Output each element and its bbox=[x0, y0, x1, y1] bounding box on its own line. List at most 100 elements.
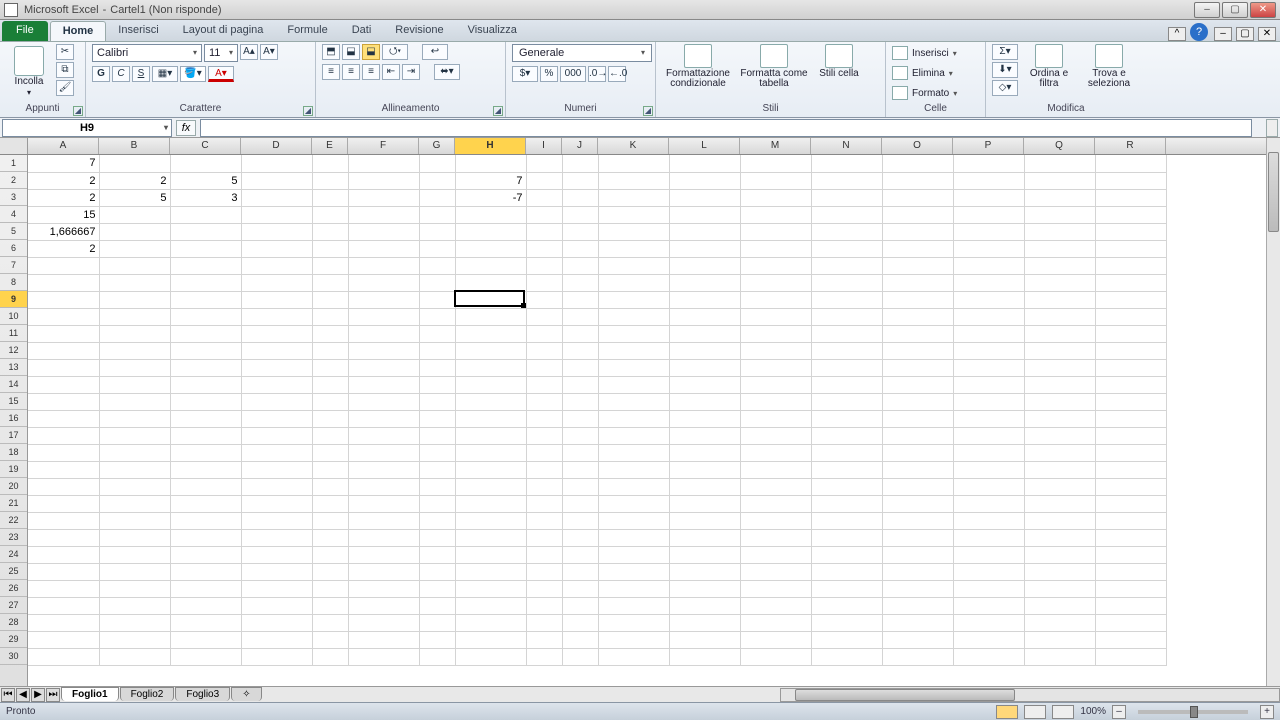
cell[interactable] bbox=[348, 172, 419, 189]
cell[interactable] bbox=[811, 223, 882, 240]
cell[interactable] bbox=[740, 461, 811, 478]
cell[interactable] bbox=[526, 631, 562, 648]
cell[interactable] bbox=[99, 495, 170, 512]
cell[interactable] bbox=[241, 648, 312, 665]
cell[interactable] bbox=[28, 529, 99, 546]
cell[interactable] bbox=[740, 444, 811, 461]
cell[interactable] bbox=[348, 648, 419, 665]
cell[interactable] bbox=[419, 206, 455, 223]
cell[interactable] bbox=[455, 546, 526, 563]
cell[interactable] bbox=[99, 478, 170, 495]
column-header[interactable]: P bbox=[953, 138, 1024, 154]
cell[interactable] bbox=[526, 325, 562, 342]
cell[interactable] bbox=[740, 563, 811, 580]
zoom-slider[interactable] bbox=[1138, 710, 1248, 714]
cell[interactable] bbox=[526, 393, 562, 410]
cell[interactable] bbox=[953, 206, 1024, 223]
cell[interactable] bbox=[1095, 291, 1166, 308]
cell[interactable]: 3 bbox=[170, 189, 241, 206]
cell[interactable] bbox=[811, 376, 882, 393]
cell[interactable] bbox=[455, 563, 526, 580]
cell[interactable] bbox=[241, 376, 312, 393]
cell[interactable] bbox=[1024, 631, 1095, 648]
accounting-icon[interactable]: $▾ bbox=[512, 66, 538, 82]
row-header[interactable]: 23 bbox=[0, 529, 27, 546]
cell[interactable] bbox=[562, 376, 598, 393]
cell[interactable] bbox=[953, 631, 1024, 648]
row-header[interactable]: 6 bbox=[0, 240, 27, 257]
cell[interactable] bbox=[882, 427, 953, 444]
cell[interactable] bbox=[562, 631, 598, 648]
cell[interactable] bbox=[241, 546, 312, 563]
column-header[interactable]: G bbox=[419, 138, 455, 154]
sheet-tab[interactable]: Foglio1 bbox=[61, 687, 119, 701]
cell[interactable] bbox=[562, 512, 598, 529]
cell[interactable] bbox=[419, 529, 455, 546]
cell[interactable] bbox=[312, 546, 348, 563]
sheet-tab[interactable]: Foglio2 bbox=[120, 687, 175, 701]
cell[interactable] bbox=[882, 563, 953, 580]
cell[interactable] bbox=[348, 495, 419, 512]
cell[interactable] bbox=[1024, 240, 1095, 257]
cell[interactable] bbox=[882, 240, 953, 257]
cell[interactable] bbox=[241, 512, 312, 529]
cell[interactable] bbox=[526, 410, 562, 427]
scrollbar-thumb[interactable] bbox=[1268, 152, 1279, 232]
cell[interactable] bbox=[740, 512, 811, 529]
cell[interactable] bbox=[348, 546, 419, 563]
cell[interactable] bbox=[526, 291, 562, 308]
cell[interactable] bbox=[170, 291, 241, 308]
cell[interactable] bbox=[1095, 427, 1166, 444]
cell[interactable] bbox=[312, 410, 348, 427]
cell[interactable] bbox=[241, 597, 312, 614]
ribbon-min-icon[interactable]: ^ bbox=[1168, 27, 1186, 41]
cell[interactable] bbox=[598, 563, 669, 580]
cell[interactable] bbox=[1095, 563, 1166, 580]
cell[interactable] bbox=[598, 631, 669, 648]
cell[interactable]: 5 bbox=[170, 172, 241, 189]
row-header[interactable]: 11 bbox=[0, 325, 27, 342]
cell[interactable]: 15 bbox=[28, 206, 99, 223]
cell[interactable] bbox=[1095, 172, 1166, 189]
cell[interactable] bbox=[348, 274, 419, 291]
cell[interactable] bbox=[811, 563, 882, 580]
zoom-in-button[interactable]: + bbox=[1260, 705, 1274, 719]
name-box[interactable]: H9 ▾ bbox=[2, 119, 172, 137]
cell[interactable] bbox=[312, 427, 348, 444]
maximize-button[interactable]: ▢ bbox=[1222, 2, 1248, 18]
cell[interactable] bbox=[953, 512, 1024, 529]
row-header[interactable]: 20 bbox=[0, 478, 27, 495]
cell[interactable] bbox=[1024, 427, 1095, 444]
cell[interactable] bbox=[170, 495, 241, 512]
cell[interactable] bbox=[312, 359, 348, 376]
cell[interactable] bbox=[598, 546, 669, 563]
comma-icon[interactable]: 000 bbox=[560, 66, 586, 82]
cell[interactable] bbox=[953, 580, 1024, 597]
cell[interactable] bbox=[419, 546, 455, 563]
cell[interactable] bbox=[99, 427, 170, 444]
cell[interactable] bbox=[953, 240, 1024, 257]
column-header[interactable]: D bbox=[241, 138, 312, 154]
cell[interactable] bbox=[740, 580, 811, 597]
cell[interactable] bbox=[455, 580, 526, 597]
cell[interactable] bbox=[419, 444, 455, 461]
cell[interactable] bbox=[170, 223, 241, 240]
cell[interactable] bbox=[526, 308, 562, 325]
cell[interactable] bbox=[28, 325, 99, 342]
cell[interactable] bbox=[953, 325, 1024, 342]
cell[interactable] bbox=[882, 342, 953, 359]
ribbon-close-button[interactable]: ✕ bbox=[1258, 27, 1276, 41]
cell[interactable] bbox=[598, 274, 669, 291]
cell[interactable] bbox=[740, 614, 811, 631]
format-cells-button[interactable]: Formato▾ bbox=[892, 84, 957, 102]
cell[interactable] bbox=[740, 546, 811, 563]
cell[interactable] bbox=[526, 648, 562, 665]
cell[interactable] bbox=[562, 308, 598, 325]
cell[interactable] bbox=[526, 444, 562, 461]
cell[interactable] bbox=[811, 206, 882, 223]
inc-decimal-icon[interactable]: .0→ bbox=[588, 66, 606, 82]
cell[interactable] bbox=[455, 291, 526, 308]
cell[interactable] bbox=[740, 631, 811, 648]
cell[interactable] bbox=[669, 546, 740, 563]
cell[interactable] bbox=[669, 257, 740, 274]
